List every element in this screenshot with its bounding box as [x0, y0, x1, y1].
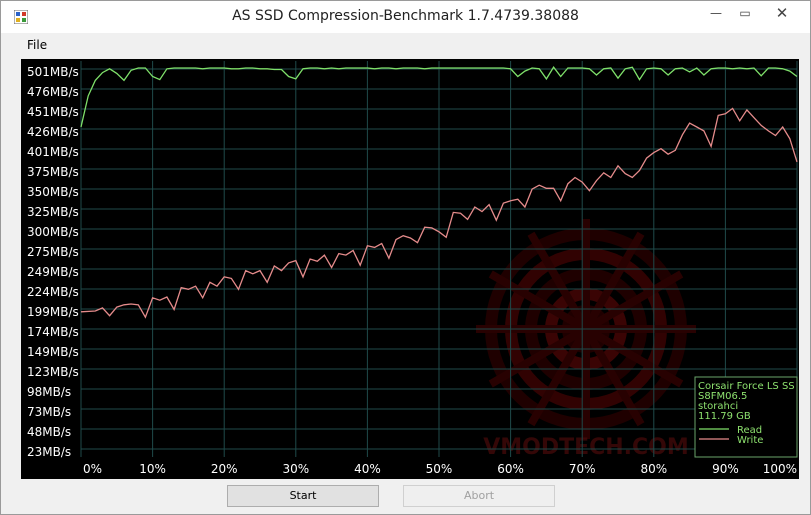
x-tick-label: 80%	[640, 462, 667, 476]
y-tick-label: 275MB/s	[27, 245, 79, 259]
menu-file[interactable]: File	[27, 38, 47, 52]
y-tick-label: 73MB/s	[27, 405, 71, 419]
y-tick-label: 149MB/s	[27, 345, 79, 359]
x-tick-label: 60%	[497, 462, 524, 476]
start-button[interactable]: Start	[227, 485, 379, 507]
minimize-button[interactable]: —	[701, 3, 731, 25]
y-tick-label: 174MB/s	[27, 325, 79, 339]
close-button[interactable]: ✕	[759, 3, 805, 25]
y-tick-label: 199MB/s	[27, 305, 79, 319]
y-tick-label: 224MB/s	[27, 285, 79, 299]
x-tick-label: 90%	[712, 462, 739, 476]
y-tick-label: 23MB/s	[27, 445, 71, 459]
y-tick-label: 401MB/s	[27, 145, 79, 159]
y-tick-label: 375MB/s	[27, 165, 79, 179]
y-tick-label: 350MB/s	[27, 185, 79, 199]
y-tick-label: 249MB/s	[27, 265, 79, 279]
x-tick-label: 70%	[569, 462, 596, 476]
x-tick-label: 100%	[763, 462, 797, 476]
y-tick-label: 426MB/s	[27, 125, 79, 139]
x-tick-label: 50%	[426, 462, 453, 476]
legend-write-label: Write	[737, 435, 763, 446]
watermark-text: VMODTECH.COM	[483, 435, 689, 460]
y-tick-label: 98MB/s	[27, 385, 71, 399]
x-tick-label: 40%	[354, 462, 381, 476]
y-tick-label: 451MB/s	[27, 105, 79, 119]
title-bar[interactable]: AS SSD Compression-Benchmark 1.7.4739.38…	[1, 1, 810, 33]
x-tick-label: 20%	[211, 462, 238, 476]
x-tick-label: 10%	[139, 462, 166, 476]
y-tick-label: 501MB/s	[27, 65, 79, 79]
y-tick-label: 476MB/s	[27, 85, 79, 99]
chart-svg: VMODTECH.COM 501MB/s 476MB/s 451MB/s 426MB/s…	[27, 61, 798, 476]
y-tick-label: 325MB/s	[27, 205, 79, 219]
benchmark-chart: VMODTECH.COM 501MB/s 476MB/s 451MB/s 426MB/s…	[21, 59, 799, 479]
x-tick-label: 0%	[83, 462, 102, 476]
maximize-button[interactable]: ▭	[731, 3, 759, 25]
window-title: AS SSD Compression-Benchmark 1.7.4739.38…	[232, 8, 579, 24]
menu-bar: File	[1, 33, 810, 57]
legend-size: 111.79 GB	[698, 411, 751, 422]
app-window: AS SSD Compression-Benchmark 1.7.4739.38…	[0, 0, 811, 515]
y-tick-label: 48MB/s	[27, 425, 71, 439]
y-tick-label: 300MB/s	[27, 225, 79, 239]
x-tick-label: 30%	[282, 462, 309, 476]
y-tick-label: 123MB/s	[27, 365, 79, 379]
abort-button[interactable]: Abort	[403, 485, 555, 507]
